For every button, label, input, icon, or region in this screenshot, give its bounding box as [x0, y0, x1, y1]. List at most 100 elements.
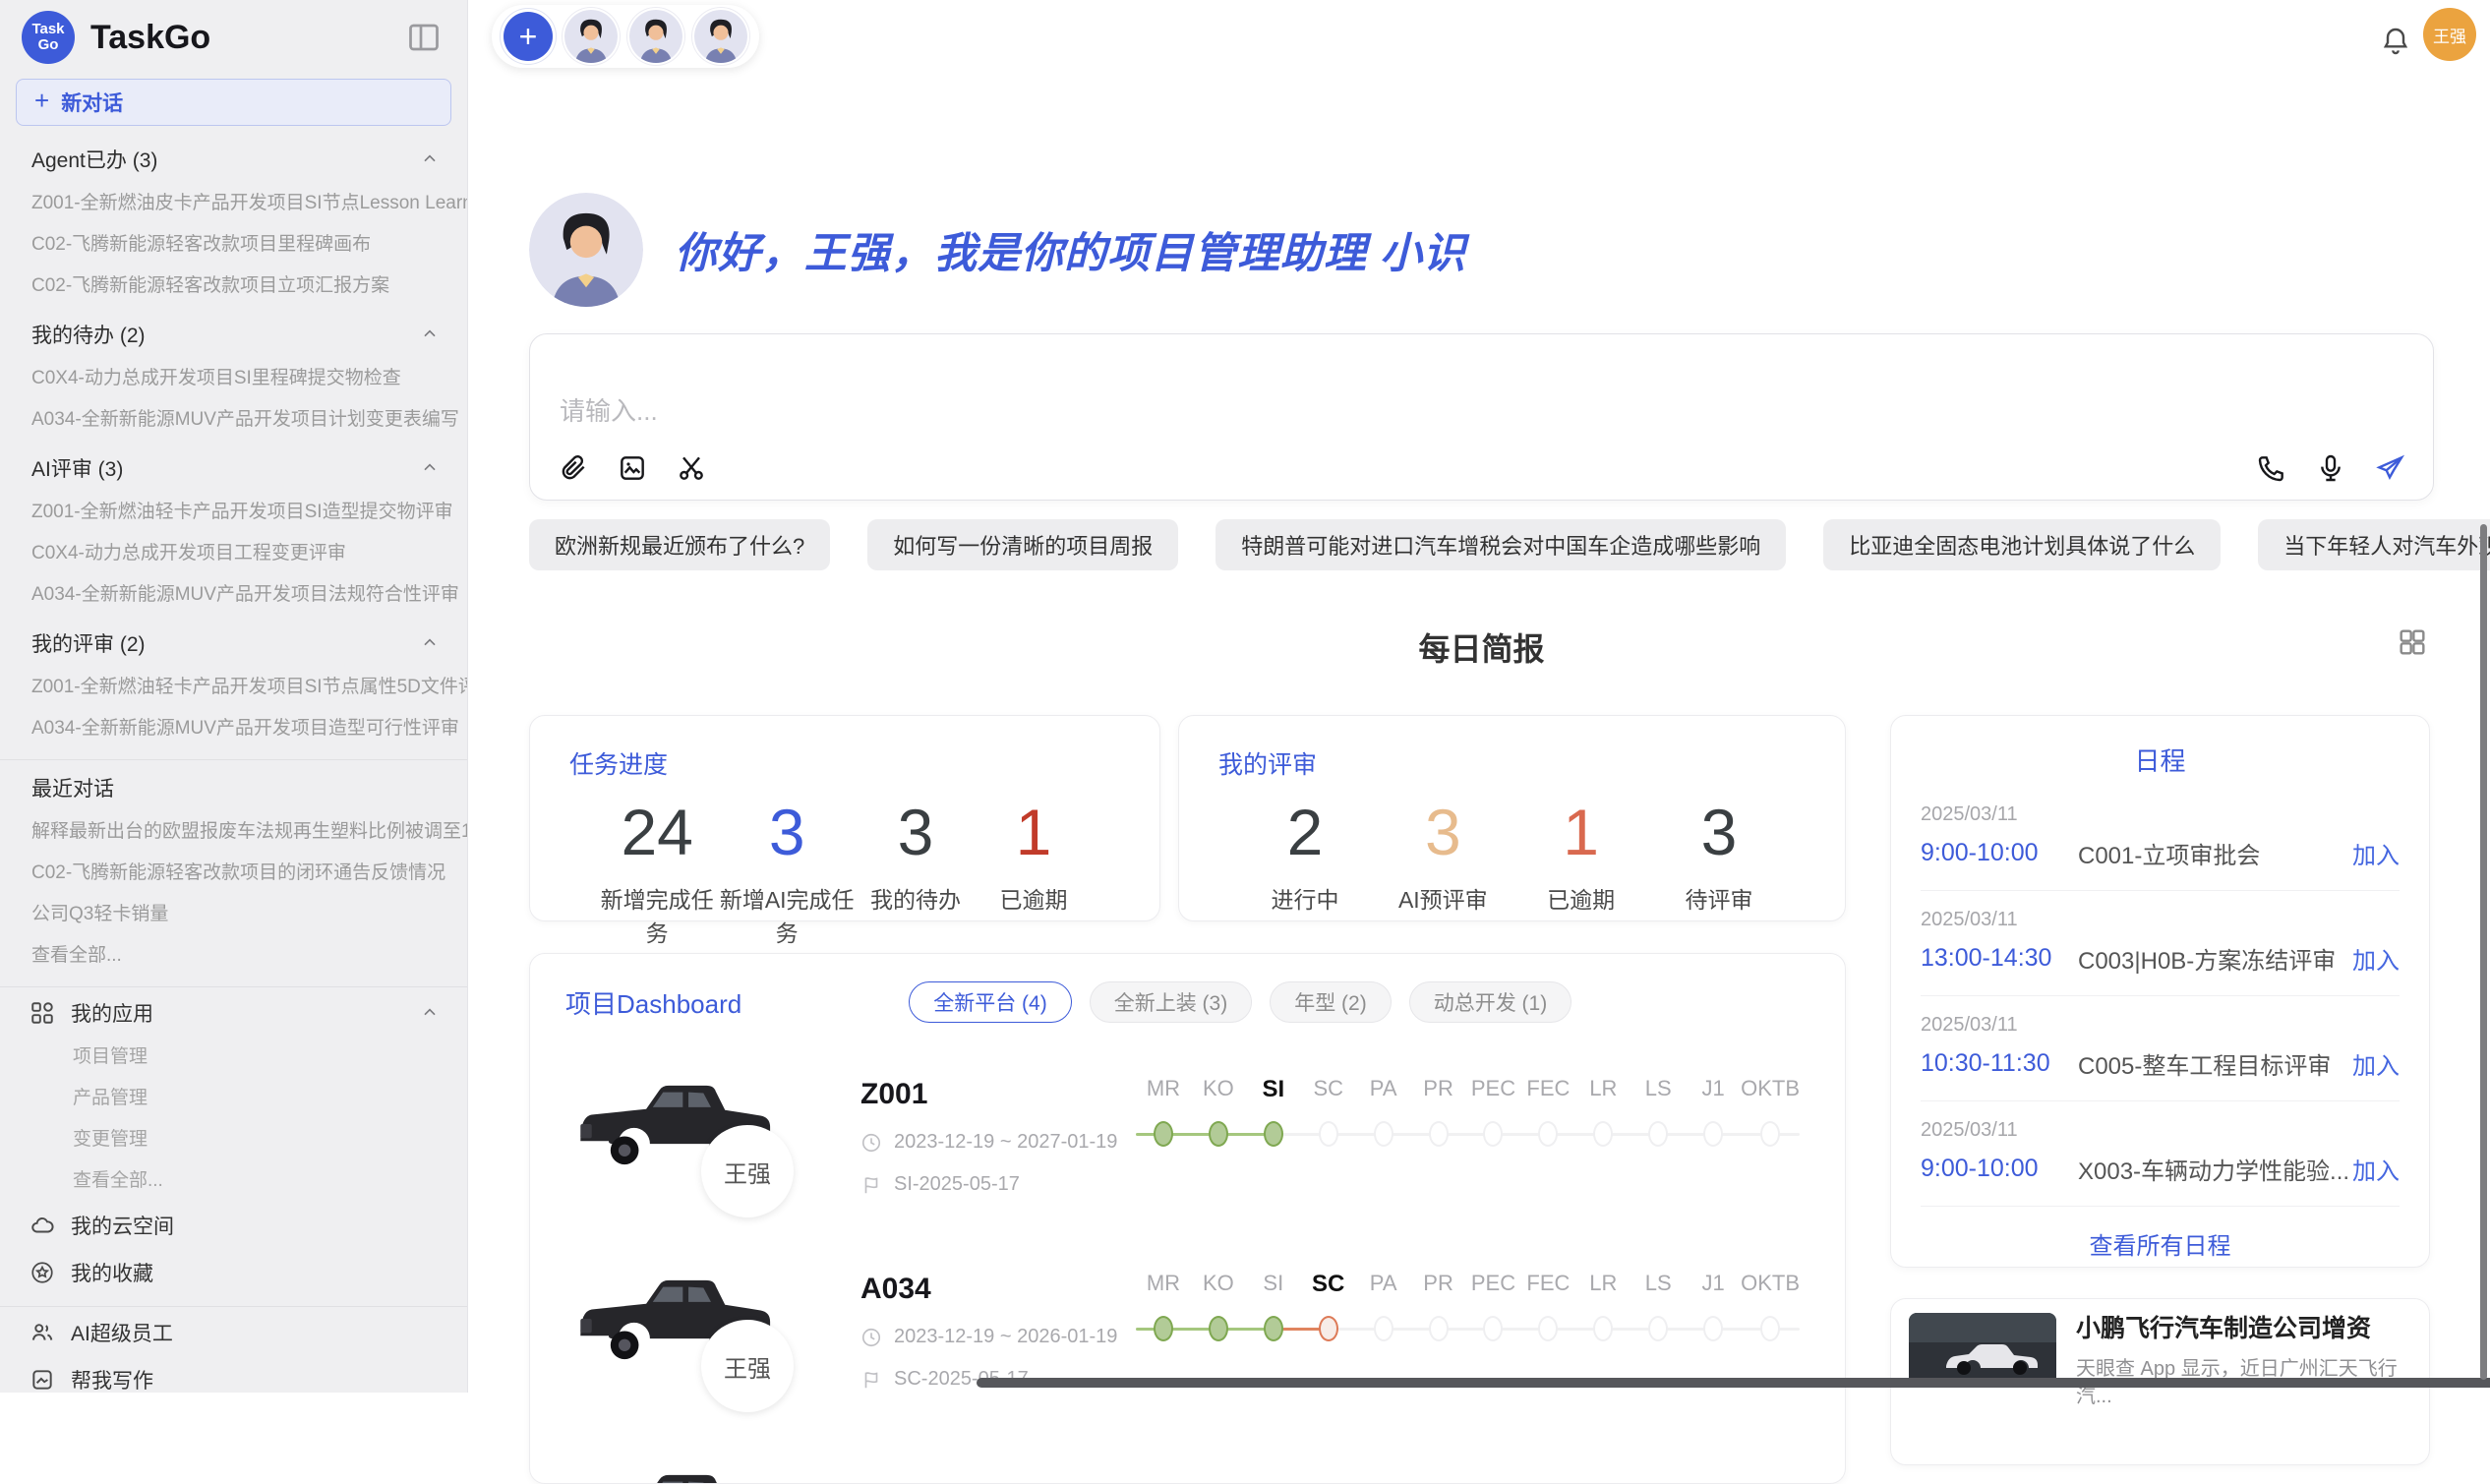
user-avatar[interactable]: 王强 [2423, 8, 2476, 61]
milestone-label: OKTB [1741, 1271, 1800, 1300]
recent-conversation-item[interactable]: 查看全部... [0, 935, 467, 977]
sidebar-conversation-item[interactable]: Z001-全新燃油轻卡产品开发项目SI造型提交物评审 [0, 492, 467, 533]
send-icon[interactable] [2374, 452, 2405, 484]
sidebar-item-my-apps[interactable]: 我的应用 [0, 989, 467, 1037]
new-chat-button[interactable]: + 新对话 [16, 79, 451, 126]
sidebar-conversation-item[interactable]: Z001-全新燃油轻卡产品开发项目SI节点属性5D文件评审 [0, 667, 467, 708]
milestone-dot [1483, 1121, 1503, 1147]
phone-call-icon[interactable] [2256, 452, 2287, 484]
sidebar-collapse-icon[interactable] [406, 20, 442, 55]
sidebar-conversation-item[interactable]: C02-飞腾新能源轻客改款项目里程碑画布 [0, 224, 467, 266]
logo-text-1: Task [31, 22, 64, 38]
project-owner-badge: 王强 [701, 1320, 794, 1412]
add-agent-button[interactable]: + [504, 12, 553, 61]
dashboard-tab-2[interactable]: 年型 (2) [1270, 981, 1392, 1023]
my-reviews-card: 我的评审 2进行中3AI预评审1已逾期3待评审 [1178, 715, 1846, 921]
vertical-scrollbar[interactable] [2480, 524, 2487, 1380]
project-owner-badge: 王强 [701, 1125, 794, 1217]
sidebar-conversation-item[interactable]: A034-全新新能源MUV产品开发项目计划变更表编写 [0, 399, 467, 441]
app-item-view-all[interactable]: 查看全部... [0, 1160, 467, 1202]
agent-avatar-2[interactable] [629, 10, 682, 63]
sidebar-conversation-item[interactable]: A034-全新新能源MUV产品开发项目造型可行性评审 [0, 708, 467, 749]
sidebar-conversation-item[interactable]: C0X4-动力总成开发项目工程变更评审 [0, 533, 467, 574]
task-progress-card: 任务进度 24新增完成任务3新增AI完成任务3我的待办1已逾期 [529, 715, 1160, 921]
join-meeting-link[interactable]: 加入 [2352, 836, 2400, 870]
milestone-dot [1374, 1121, 1393, 1147]
ai-staff-label: AI超级员工 [71, 1318, 440, 1347]
milestone-label: J1 [1702, 1076, 1725, 1105]
milestone-label: SI [1262, 1076, 1284, 1105]
composer-placeholder[interactable]: 请输入... [560, 391, 2403, 428]
daily-briefing-header: 每日简报 [529, 624, 2434, 670]
attachment-icon[interactable] [558, 452, 589, 484]
suggestion-chip-4[interactable]: 当下年轻人对汽车外观有怎样的喜好趋势 [2258, 519, 2490, 570]
agent-avatar-1[interactable] [564, 10, 618, 63]
sidebar-item-cloud-space[interactable]: 我的云空间 [0, 1202, 467, 1249]
microphone-icon[interactable] [2315, 452, 2346, 484]
milestone-dot [1319, 1316, 1338, 1341]
divider [0, 986, 467, 987]
join-meeting-link[interactable]: 加入 [2352, 1046, 2400, 1081]
dashboard-tab-0[interactable]: 全新平台 (4) [909, 981, 1072, 1023]
sidebar-section-header-3[interactable]: 我的评审 (2) [0, 620, 467, 667]
milestone-dot [1264, 1121, 1283, 1147]
project-flag: SI-2025-05-17 [860, 1173, 1106, 1196]
sidebar-item-favorites[interactable]: 我的收藏 [0, 1249, 467, 1296]
milestone-LR: LR [1575, 1271, 1630, 1341]
schedule-event-title: C005-整车工程目标评审 [2078, 1046, 2352, 1081]
project-row-A034[interactable]: 王强A0342023-12-19 ~ 2026-01-19SC-2025-05-… [565, 1265, 1809, 1412]
image-upload-icon[interactable] [617, 452, 648, 484]
agent-story-bar: + [492, 5, 759, 68]
sidebar-section-header-1[interactable]: 我的待办 (2) [0, 311, 467, 358]
view-all-schedule-link[interactable]: 查看所有日程 [1921, 1207, 2400, 1280]
milestone-label: LS [1645, 1271, 1672, 1300]
project-row-Z001[interactable]: 王强Z0012023-12-19 ~ 2027-01-19SI-2025-05-… [565, 1070, 1809, 1217]
layout-grid-icon[interactable] [2397, 626, 2428, 658]
sidebar-conversation-item[interactable]: Z001-全新燃油皮卡产品开发项目SI节点Lesson Learn报告 [0, 183, 467, 224]
dashboard-tab-1[interactable]: 全新上装 (3) [1090, 981, 1253, 1023]
app-item-change-mgmt[interactable]: 变更管理 [0, 1119, 467, 1160]
clock-icon [860, 1327, 882, 1348]
favorites-label: 我的收藏 [71, 1258, 440, 1287]
project-car: 王强 [565, 1070, 860, 1217]
suggestion-chip-0[interactable]: 欧洲新规最近颁布了什么? [529, 519, 830, 570]
schedule-date: 2025/03/11 [1921, 1119, 2400, 1142]
milestone-dot [1483, 1316, 1503, 1341]
sidebar-conversation-item[interactable]: C0X4-动力总成开发项目SI里程碑提交物检查 [0, 358, 467, 399]
scissors-icon[interactable] [676, 452, 707, 484]
recent-conversation-item[interactable]: 解释最新出台的欧盟报废车法规再生塑料比例被调至15%... [0, 811, 467, 853]
stat-label: 已逾期 [1522, 881, 1640, 915]
sidebar-section-header-0[interactable]: Agent已办 (3) [0, 136, 467, 183]
notification-bell-icon[interactable] [2380, 26, 2411, 57]
sidebar-header: Task Go TaskGo [0, 0, 467, 75]
project-row-partial: 王强 [565, 1459, 1809, 1484]
schedule-card: 日程 2025/03/119:00-10:00C001-立项审批会加入2025/… [1890, 715, 2430, 1268]
milestone-FEC: FEC [1520, 1271, 1575, 1341]
join-meeting-link[interactable]: 加入 [2352, 1152, 2400, 1186]
suggestion-chip-1[interactable]: 如何写一份清晰的项目周报 [867, 519, 1178, 570]
milestone-PEC: PEC [1466, 1076, 1521, 1147]
suggestion-chip-2[interactable]: 特朗普可能对进口汽车增税会对中国车企造成哪些影响 [1215, 519, 1786, 570]
app-item-product-mgmt[interactable]: 产品管理 [0, 1078, 467, 1119]
news-thumbnail [1909, 1313, 2056, 1388]
sidebar-item-ai-staff[interactable]: AI超级员工 [0, 1309, 467, 1356]
app-item-project-mgmt[interactable]: 项目管理 [0, 1037, 467, 1078]
milestone-J1: J1 [1686, 1076, 1741, 1147]
stat-label: 待评审 [1660, 881, 1778, 915]
recent-conversation-item[interactable]: C02-飞腾新能源轻客改款项目的闭环通告反馈情况 [0, 853, 467, 894]
suggestion-chip-3[interactable]: 比亚迪全固态电池计划具体说了什么 [1823, 519, 2221, 570]
chat-composer[interactable]: 请输入... [529, 333, 2434, 501]
dashboard-tab-3[interactable]: 动总开发 (1) [1409, 981, 1572, 1023]
sidebar-section-header-2[interactable]: AI评审 (3) [0, 445, 467, 492]
milestone-label: PR [1423, 1271, 1453, 1300]
sidebar-item-help-write[interactable]: 帮我写作 [0, 1356, 467, 1393]
horizontal-scrollbar[interactable] [977, 1378, 2490, 1388]
recent-conversation-item[interactable]: 公司Q3轻卡销量 [0, 894, 467, 935]
join-meeting-link[interactable]: 加入 [2352, 941, 2400, 976]
agent-avatar-3[interactable] [694, 10, 747, 63]
sidebar-conversation-item[interactable]: A034-全新新能源MUV产品开发项目法规符合性评审 [0, 574, 467, 616]
sidebar-conversation-item[interactable]: C02-飞腾新能源轻客改款项目立项汇报方案 [0, 266, 467, 307]
milestone-strip: MRKOSISCPAPRPECFECLRLSJ1OKTB [1136, 1265, 1800, 1412]
schedule-item-row: 9:00-10:00X003-车辆动力学性能验...加入 [1921, 1152, 2400, 1186]
milestone-dot [1429, 1121, 1449, 1147]
